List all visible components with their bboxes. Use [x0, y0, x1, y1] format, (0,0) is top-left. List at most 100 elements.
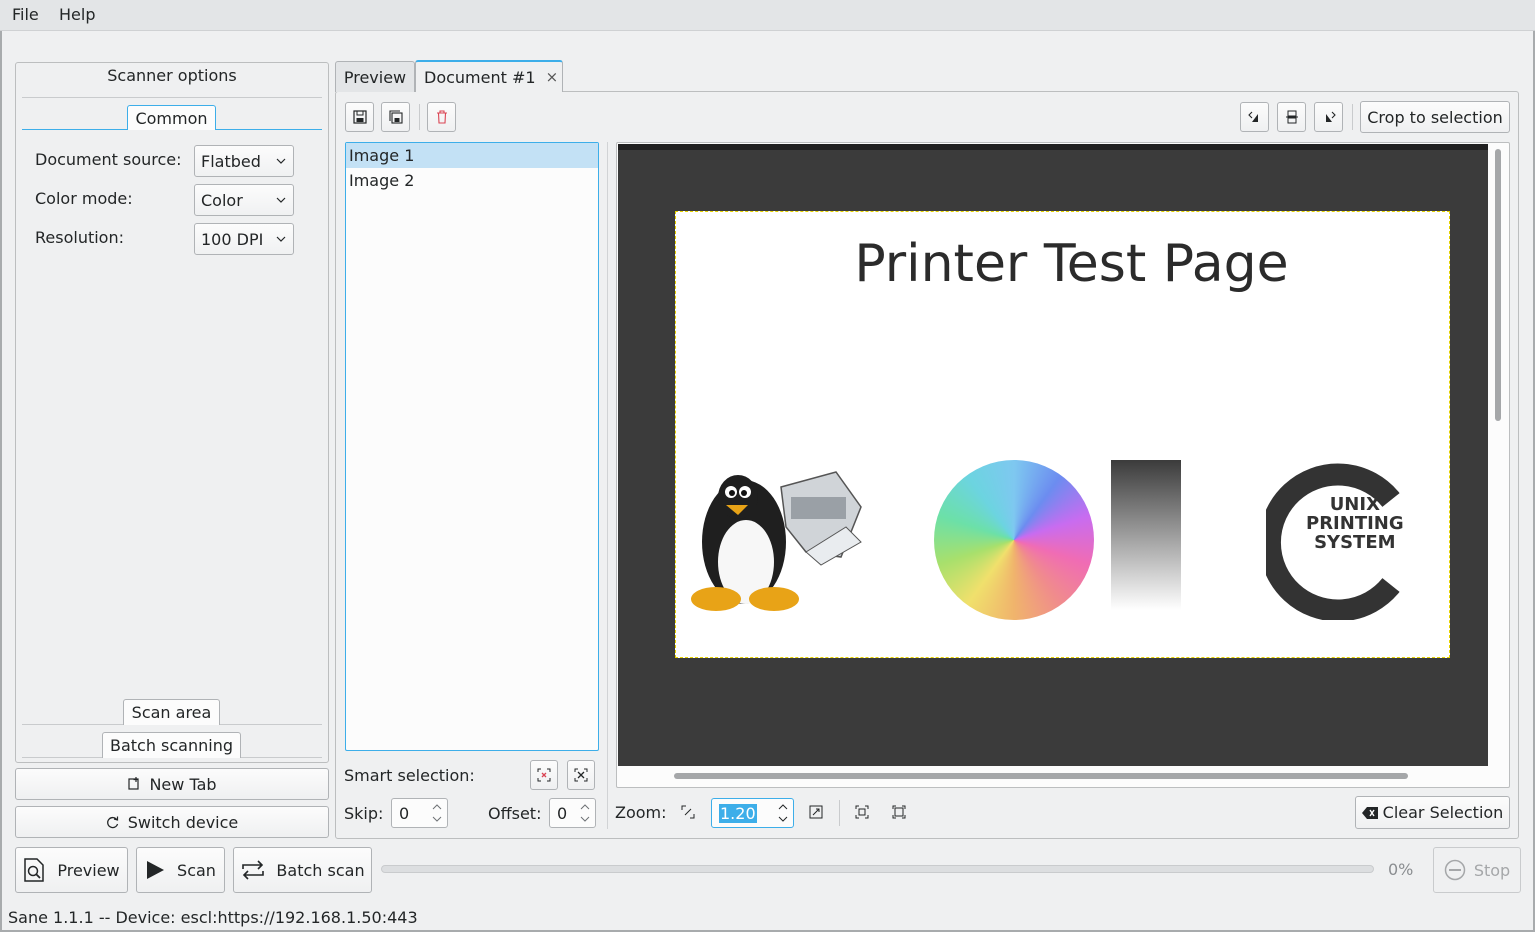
- viewer-top-edge: [618, 144, 1488, 150]
- scanner-options-title: Scanner options: [107, 66, 237, 85]
- scanned-page[interactable]: Printer Test Page UNIX PRINTING SYSTEM: [675, 211, 1450, 658]
- skip-label: Skip:: [344, 804, 384, 823]
- splitter[interactable]: [607, 142, 608, 829]
- stop-button[interactable]: Stop: [1433, 847, 1521, 893]
- zoom-original-icon[interactable]: [855, 805, 869, 819]
- offset-value: 0: [557, 803, 568, 823]
- skip-spinbox[interactable]: 0: [391, 798, 448, 828]
- resolution-label: Resolution:: [35, 228, 124, 247]
- page-title-text: Printer Test Page: [854, 234, 1289, 294]
- save-button[interactable]: [345, 102, 374, 132]
- new-tab-label: New Tab: [149, 774, 217, 794]
- status-bar-text: Sane 1.1.1 -- Device: escl:https://192.1…: [8, 908, 418, 927]
- smart-selection-label: Smart selection:: [344, 766, 475, 785]
- smart-selection-auto-button[interactable]: [567, 760, 595, 790]
- rotate-left-button[interactable]: [1240, 102, 1269, 132]
- new-tab-icon: [128, 777, 140, 790]
- rotate-left-icon: [1247, 111, 1258, 122]
- offset-spinbox[interactable]: 0: [549, 798, 596, 828]
- menu-file[interactable]: File: [12, 5, 39, 24]
- skip-value: 0: [399, 803, 410, 823]
- scan-progress-bar: [381, 865, 1374, 873]
- color-mode-value: Color: [201, 190, 243, 210]
- zoom-fit-icon[interactable]: [809, 805, 823, 819]
- save-all-icon: [388, 110, 403, 124]
- menu-help[interactable]: Help: [59, 5, 95, 24]
- rotate-right-button[interactable]: [1314, 102, 1343, 132]
- batch-scan-label: Batch scan: [276, 860, 365, 880]
- toolbar-separator: [839, 800, 840, 826]
- clear-selection-button[interactable]: Clear Selection: [1355, 796, 1510, 829]
- image-viewer[interactable]: Printer Test Page UNIX PRINTING SYSTEM: [616, 142, 1510, 788]
- stop-label: Stop: [1473, 860, 1511, 880]
- clear-selection-label: Clear Selection: [1382, 803, 1504, 822]
- selection-auto-icon: [574, 768, 588, 782]
- batch-scan-button[interactable]: Batch scan: [233, 847, 372, 893]
- spin-arrows-icon[interactable]: [777, 801, 789, 825]
- save-icon: [352, 110, 367, 124]
- list-item-image-1[interactable]: Image 1: [346, 143, 598, 168]
- resolution-value: 100 DPI: [201, 229, 264, 249]
- viewer-canvas: Printer Test Page UNIX PRINTING SYSTEM: [618, 144, 1488, 766]
- cups-text-unix: UNIX: [1329, 494, 1380, 515]
- switch-device-button[interactable]: Switch device: [15, 806, 329, 838]
- color-wheel-image: [934, 460, 1094, 620]
- scan-label: Scan: [177, 860, 216, 880]
- save-all-button[interactable]: [381, 102, 410, 132]
- tab-batch-scanning[interactable]: Batch scanning: [102, 732, 241, 758]
- chevron-down-icon: [276, 236, 286, 242]
- document-source-value: Flatbed: [201, 151, 261, 171]
- penguin-printer-image: [691, 471, 862, 611]
- tab-scan-area[interactable]: Scan area: [123, 699, 220, 725]
- preview-button[interactable]: Preview: [15, 847, 128, 893]
- zoom-out-icon[interactable]: [681, 805, 695, 819]
- color-mode-select[interactable]: Color: [194, 184, 294, 216]
- horizontal-scrollbar[interactable]: [674, 773, 1408, 779]
- resolution-select[interactable]: 100 DPI: [194, 223, 294, 255]
- cups-text-system: SYSTEM: [1314, 532, 1396, 553]
- smart-selection-remove-button[interactable]: [530, 760, 558, 790]
- zoom-label: Zoom:: [615, 803, 667, 822]
- scan-button[interactable]: Scan: [136, 847, 225, 893]
- fit-page-icon[interactable]: [892, 805, 906, 819]
- spin-arrows-icon[interactable]: [431, 801, 443, 825]
- chevron-down-icon: [276, 197, 286, 203]
- rotate-right-icon: [1325, 111, 1336, 122]
- close-icon[interactable]: ×: [546, 68, 559, 86]
- progress-percent: 0%: [1388, 860, 1414, 879]
- stop-icon: [1444, 859, 1466, 881]
- tab-common-label: Common: [135, 108, 208, 128]
- image-list[interactable]: Image 1 Image 2: [345, 142, 599, 751]
- preview-label: Preview: [57, 860, 120, 880]
- chevron-down-icon: [276, 158, 286, 164]
- tab-document-1[interactable]: Document #1 ×: [415, 60, 563, 92]
- tab-preview[interactable]: Preview: [335, 61, 415, 92]
- menu-bar: File Help: [0, 0, 1535, 31]
- refresh-icon: [106, 816, 118, 829]
- document-source-select[interactable]: Flatbed: [194, 145, 294, 177]
- zoom-spinbox[interactable]: 1.20: [711, 798, 794, 828]
- delete-button[interactable]: [427, 102, 456, 132]
- crop-to-selection-label: Crop to selection: [1367, 107, 1503, 127]
- vertical-scrollbar[interactable]: [1495, 149, 1501, 421]
- tab-preview-label: Preview: [343, 67, 407, 87]
- cups-text-printing: PRINTING: [1306, 513, 1404, 534]
- color-mode-label: Color mode:: [35, 189, 133, 208]
- tab-batch-scanning-label: Batch scanning: [109, 736, 234, 755]
- list-item-image-2[interactable]: Image 2: [346, 168, 598, 193]
- repeat-icon: [242, 860, 265, 880]
- toolbar-separator: [419, 104, 420, 130]
- flip-button[interactable]: [1277, 102, 1306, 132]
- preview-icon: [24, 858, 45, 882]
- crop-to-selection-button[interactable]: Crop to selection: [1360, 101, 1510, 133]
- selection-clear-icon: [537, 768, 551, 782]
- toolbar-separator: [1352, 104, 1353, 130]
- spin-arrows-icon[interactable]: [579, 801, 591, 825]
- new-tab-button[interactable]: New Tab: [15, 768, 329, 800]
- tab-common[interactable]: Common: [127, 105, 216, 130]
- clear-icon: [1361, 806, 1378, 819]
- play-icon: [147, 861, 165, 879]
- switch-device-label: Switch device: [127, 812, 239, 832]
- zoom-value: 1.20: [719, 803, 757, 823]
- document-source-label: Document source:: [35, 150, 182, 169]
